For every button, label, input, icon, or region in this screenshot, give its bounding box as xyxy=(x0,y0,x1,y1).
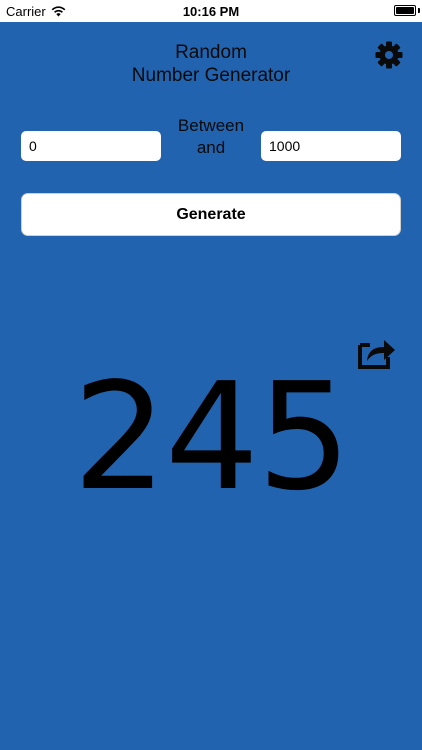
min-value-input[interactable] xyxy=(21,131,161,161)
battery-tip xyxy=(418,8,420,13)
title-line-1: Random xyxy=(175,42,247,63)
battery-level xyxy=(396,7,414,14)
battery-icon xyxy=(394,5,416,16)
generate-button[interactable]: Generate xyxy=(21,193,401,236)
status-time: 10:16 PM xyxy=(182,4,240,19)
between-text: Between xyxy=(177,116,245,135)
and-text: and xyxy=(196,138,226,157)
app-screen: Carrier 10:16 PM Random Number Generator xyxy=(0,0,422,750)
status-bar: Carrier 10:16 PM xyxy=(0,0,422,22)
page-title: Random Number Generator xyxy=(0,41,422,87)
max-value-input[interactable] xyxy=(261,131,401,161)
gear-icon[interactable] xyxy=(374,40,404,70)
random-result: 245 xyxy=(72,351,352,523)
between-label: Between and xyxy=(161,115,261,159)
title-line-2: Number Generator xyxy=(131,65,291,86)
